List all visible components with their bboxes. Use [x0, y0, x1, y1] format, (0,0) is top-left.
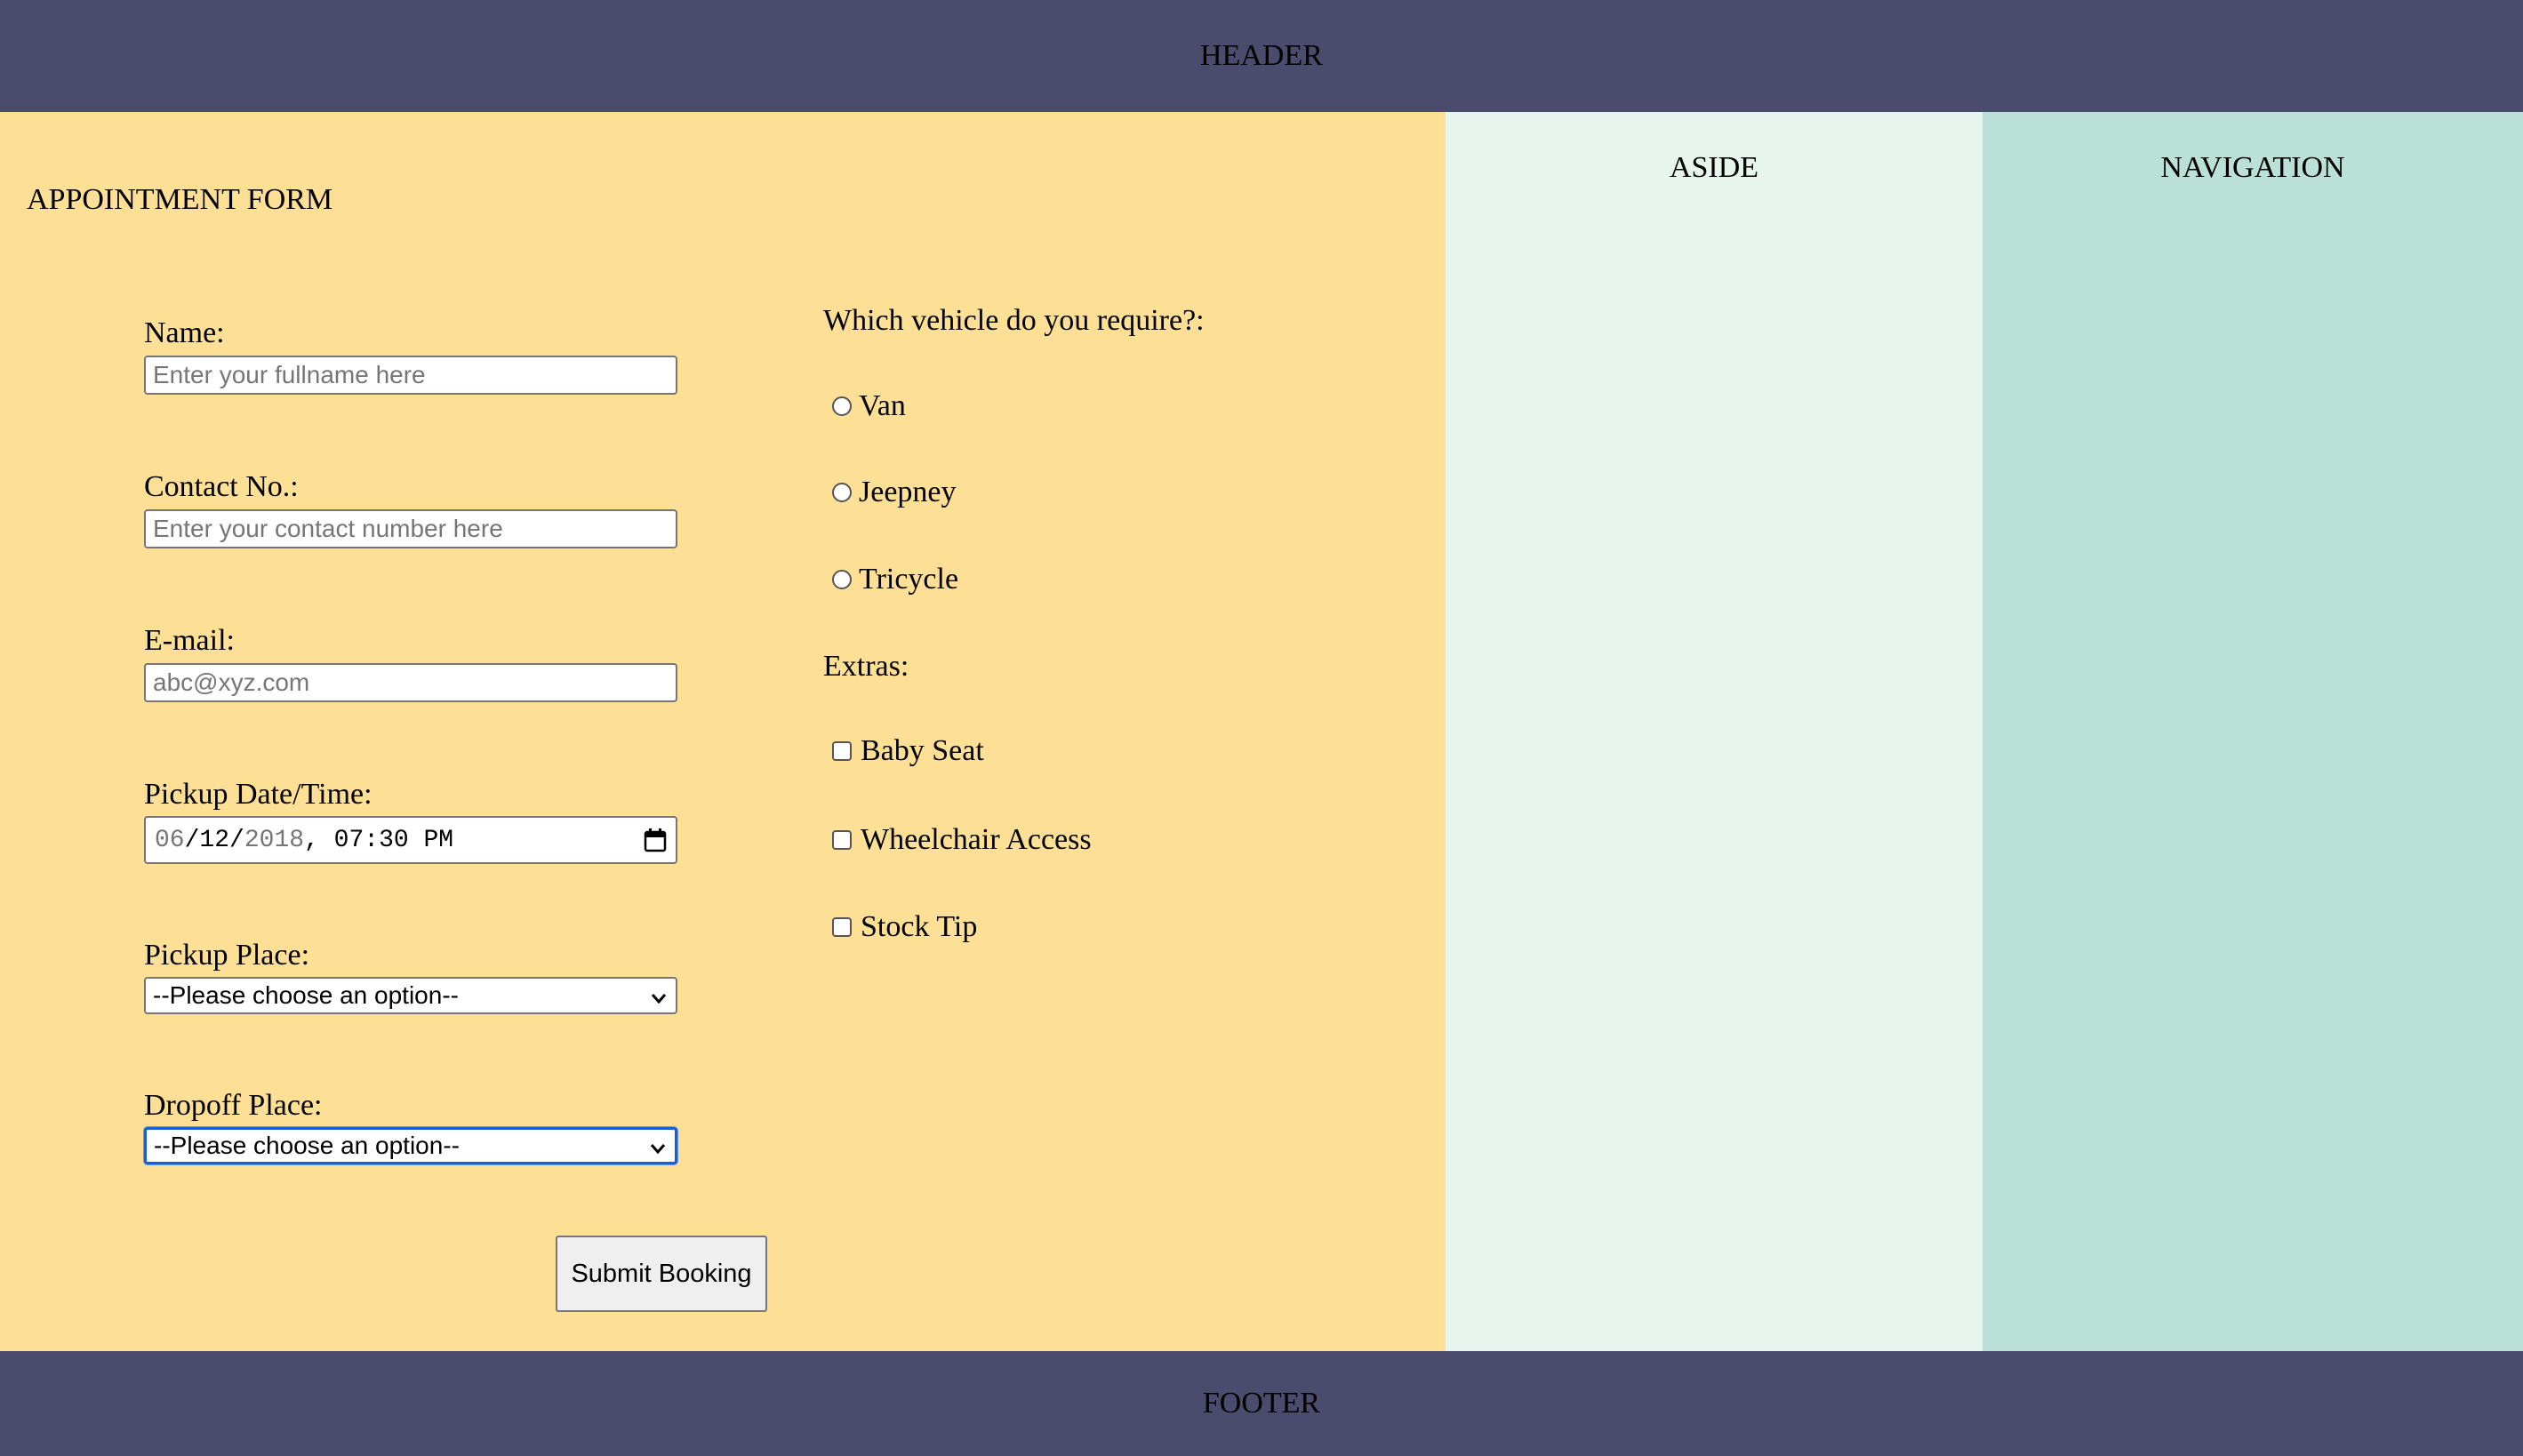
date-sep-1: /	[184, 826, 200, 854]
extra-option-baby-seat[interactable]: Baby Seat	[832, 734, 984, 768]
extra-option-stock-tip[interactable]: Stock Tip	[832, 910, 977, 944]
navigation: NAVIGATION	[1982, 112, 2523, 1351]
header-label: HEADER	[1200, 39, 1323, 72]
date-month: 06	[155, 826, 185, 854]
aside: ASIDE	[1446, 112, 1982, 1351]
form-title: APPOINTMENT FORM	[27, 183, 333, 216]
vehicle-option-label: Jeepney	[859, 476, 957, 508]
name-input[interactable]	[144, 356, 677, 395]
vehicle-option-tricycle[interactable]: Tricycle	[832, 563, 958, 596]
contact-input[interactable]	[144, 509, 677, 548]
vehicle-option-van[interactable]: Van	[832, 389, 906, 423]
aside-label: ASIDE	[1669, 151, 1759, 184]
checkbox[interactable]	[832, 741, 852, 761]
date-sep-2: /	[229, 826, 244, 854]
radio-button[interactable]	[832, 396, 852, 416]
pickup-datetime-input[interactable]: 06 / 12 / 2018 , 07:30 PM	[144, 816, 677, 864]
page: HEADER APPOINTMENT FORM Name: Contact No…	[0, 0, 2523, 1456]
date-time-sep: ,	[304, 826, 334, 854]
pickup-place-label: Pickup Place:	[144, 939, 310, 972]
appointment-form-section: APPOINTMENT FORM Name: Contact No.: E-ma…	[0, 112, 1446, 1351]
calendar-icon[interactable]	[644, 828, 667, 852]
checkbox[interactable]	[832, 830, 852, 850]
dropoff-place-label: Dropoff Place:	[144, 1089, 323, 1122]
header: HEADER	[0, 0, 2523, 112]
date-time: 07:30 PM	[333, 826, 454, 854]
vehicle-option-label: Van	[859, 389, 906, 422]
contact-label: Contact No.:	[144, 470, 299, 503]
email-label: E-mail:	[144, 624, 235, 657]
pickup-datetime-label: Pickup Date/Time:	[144, 778, 372, 811]
date-day: 12	[199, 826, 230, 854]
dropoff-place-selected: --Please choose an option--	[154, 1132, 460, 1159]
footer-label: FOOTER	[1202, 1387, 1321, 1420]
name-label: Name:	[144, 316, 225, 349]
pickup-place-selected: --Please choose an option--	[153, 981, 459, 1009]
radio-button[interactable]	[832, 570, 852, 589]
vehicle-option-jeepney[interactable]: Jeepney	[832, 476, 957, 509]
submit-booking-button[interactable]: Submit Booking	[556, 1236, 767, 1312]
extra-option-label: Stock Tip	[861, 910, 978, 943]
chevron-down-icon	[648, 1136, 668, 1156]
chevron-down-icon	[649, 986, 669, 1005]
pickup-place-select[interactable]: --Please choose an option--	[144, 977, 677, 1014]
dropoff-place-select[interactable]: --Please choose an option--	[144, 1127, 677, 1164]
vehicle-label: Which vehicle do you require?:	[823, 304, 1205, 337]
date-year: 2018	[244, 826, 305, 854]
extra-option-label: Wheelchair Access	[861, 823, 1092, 856]
extra-option-label: Baby Seat	[861, 734, 984, 767]
vehicle-option-label: Tricycle	[859, 563, 959, 596]
radio-button[interactable]	[832, 483, 852, 502]
extra-option-wheelchair-access[interactable]: Wheelchair Access	[832, 823, 1092, 857]
email-input[interactable]	[144, 663, 677, 702]
checkbox[interactable]	[832, 917, 852, 937]
footer: FOOTER	[0, 1351, 2523, 1456]
extras-label: Extras:	[823, 650, 909, 683]
navigation-label: NAVIGATION	[2160, 151, 2345, 184]
